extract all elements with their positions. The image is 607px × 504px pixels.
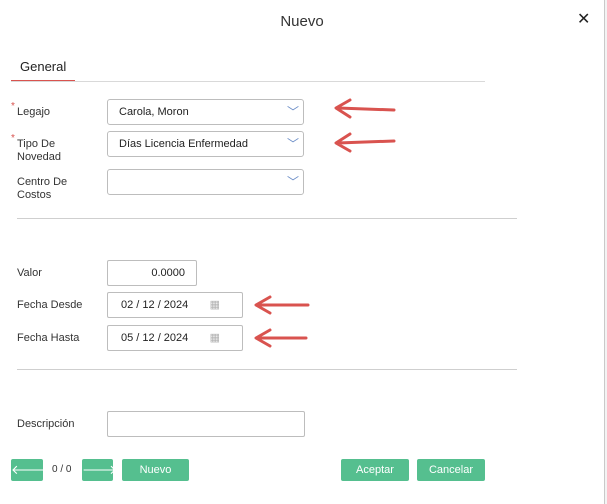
cancelar-button[interactable]: Cancelar [417, 459, 485, 481]
descripcion-input[interactable] [107, 411, 305, 437]
arrow-left-icon: 🡐 [11, 462, 46, 477]
valor-input[interactable]: 0.0000 [107, 260, 197, 286]
aceptar-button[interactable]: Aceptar [341, 459, 409, 481]
centro-costos-select[interactable]: ﹀ [107, 169, 304, 195]
valor-label: Valor [17, 267, 42, 279]
chevron-down-icon: ﹀ [286, 105, 299, 119]
fecha-hasta-label: Fecha Hasta [17, 332, 80, 344]
next-record-button[interactable]: 🡒 [82, 459, 117, 481]
annotation-arrow-icon [254, 328, 308, 348]
close-icon[interactable]: ✕ [577, 9, 590, 29]
record-counter: 0 / 0 [52, 464, 72, 475]
calendar-icon[interactable]: ▦ [210, 326, 220, 350]
fecha-hasta-value: 05 / 12 / 2024 [121, 332, 189, 344]
tipo-novedad-label: Tipo De Novedad [17, 138, 62, 163]
section-divider [17, 218, 517, 219]
chevron-down-icon: ﹀ [286, 175, 299, 189]
fecha-desde-value: 02 / 12 / 2024 [121, 299, 189, 311]
dialog-title: Nuevo [280, 13, 324, 30]
fecha-desde-input[interactable]: 02 / 12 / 2024 ▦ [107, 292, 243, 318]
dialog: Nuevo ✕ General * Legajo Carola, Moron ﹀… [0, 0, 605, 504]
section-divider [17, 369, 517, 370]
legajo-label: Legajo [17, 106, 51, 118]
required-marker: * [11, 133, 15, 144]
tipo-novedad-select[interactable]: Días Licencia Enfermedad ﹀ [107, 131, 304, 157]
calendar-icon[interactable]: ▦ [210, 293, 220, 317]
descripcion-label: Descripción [17, 418, 75, 430]
fecha-desde-label: Fecha Desde [17, 299, 83, 311]
tab-divider [11, 81, 485, 82]
legajo-value: Carola, Moron [119, 106, 189, 118]
tipo-novedad-value: Días Licencia Enfermedad [119, 138, 249, 150]
centro-costos-label: Centro De Costos [17, 176, 68, 201]
annotation-arrow-icon [334, 132, 396, 153]
chevron-down-icon: ﹀ [286, 137, 299, 151]
annotation-arrow-icon [254, 295, 310, 315]
legajo-select[interactable]: Carola, Moron ﹀ [107, 99, 304, 125]
arrow-right-icon: 🡒 [82, 462, 117, 477]
required-marker: * [11, 101, 15, 112]
fecha-hasta-input[interactable]: 05 / 12 / 2024 ▦ [107, 325, 243, 351]
tab-general[interactable]: General [11, 58, 76, 82]
annotation-arrow-icon [334, 98, 396, 119]
nuevo-button[interactable]: Nuevo [122, 459, 189, 481]
prev-record-button[interactable]: 🡐 [11, 459, 46, 481]
